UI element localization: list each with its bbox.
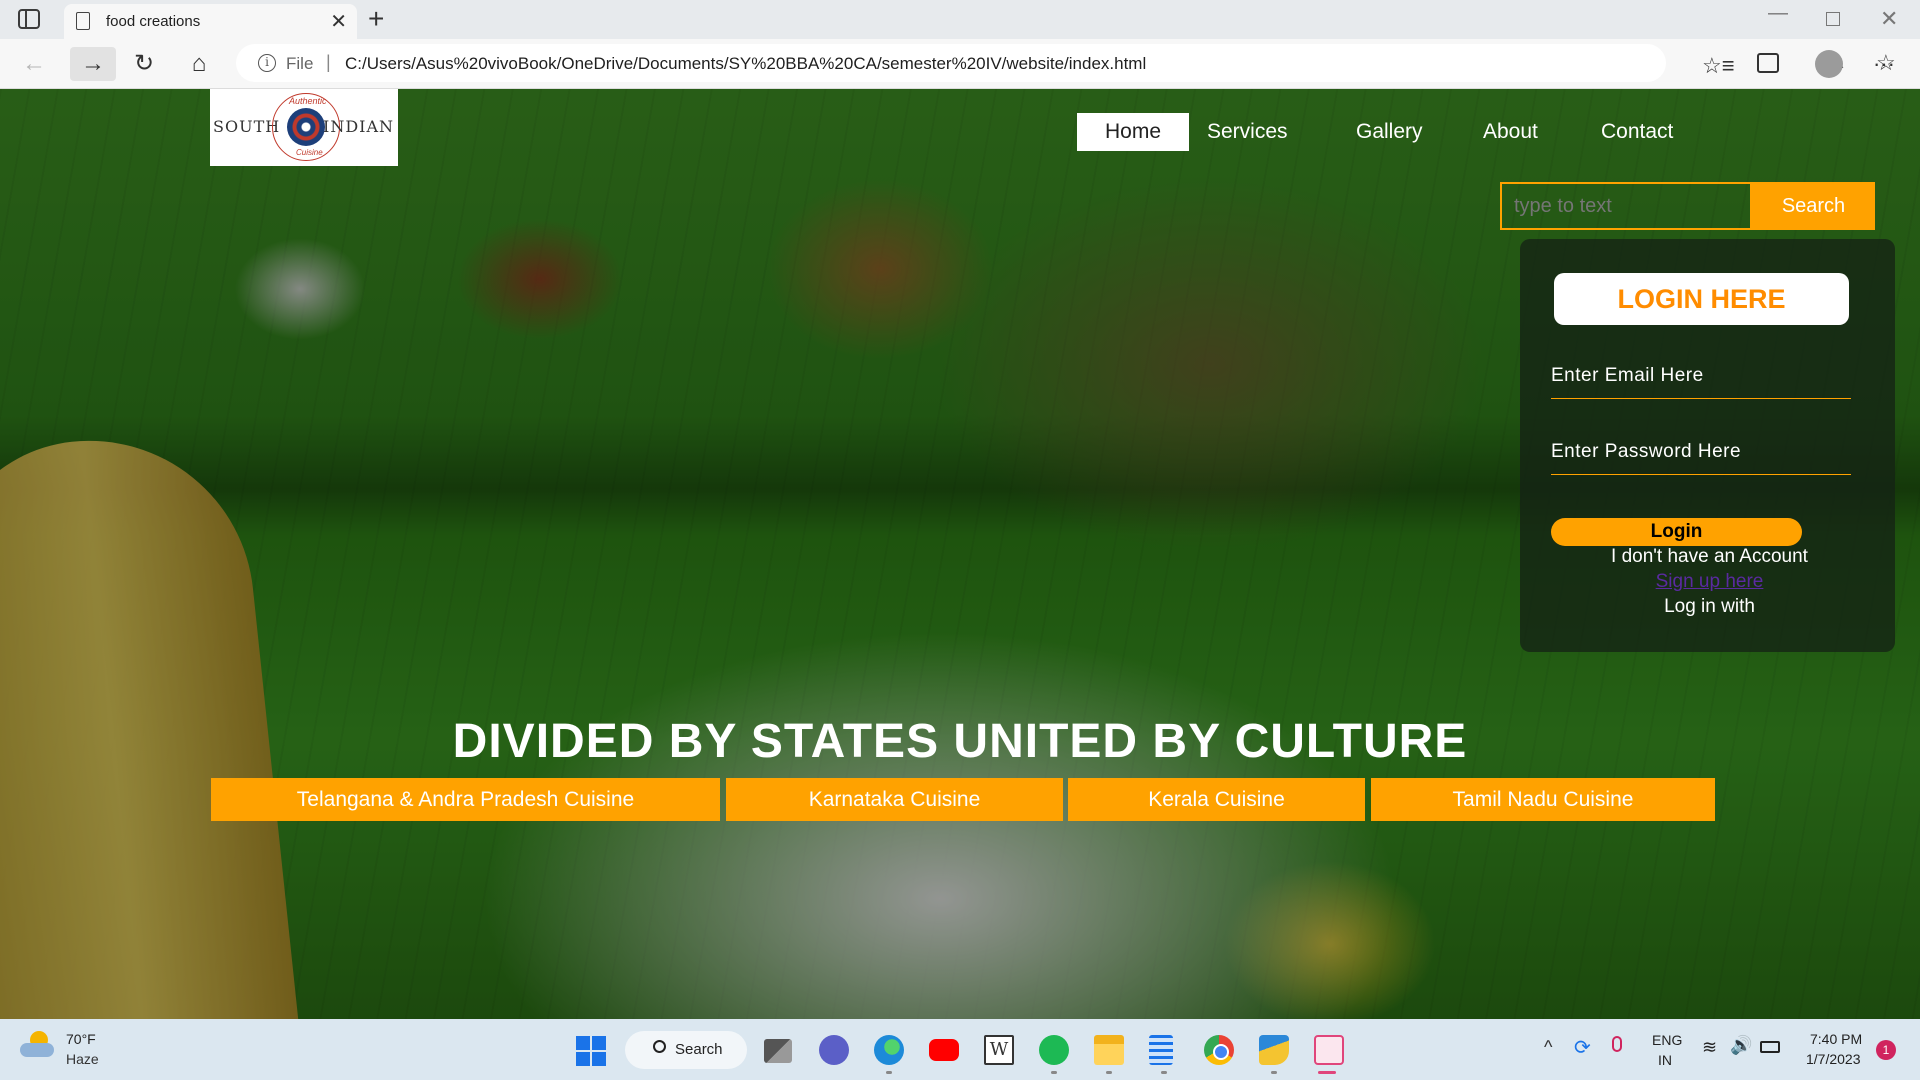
snipping-tool-icon[interactable] — [1314, 1035, 1344, 1065]
windows-start-icon[interactable] — [576, 1036, 606, 1066]
cuisine-telangana-button[interactable]: Telangana & Andra Pradesh Cuisine — [211, 778, 720, 821]
spotify-icon[interactable] — [1039, 1035, 1069, 1065]
password-field[interactable]: Enter Password Here — [1551, 441, 1851, 475]
browser-toolbar: ← → ↻ ⌂ i File | C:/Users/Asus%20vivoBoo… — [0, 39, 1920, 89]
search-input[interactable] — [1500, 182, 1752, 230]
battery-icon[interactable] — [1760, 1041, 1780, 1053]
minimize-button[interactable]: — — [1768, 2, 1788, 25]
logo-text-left: SOUTH — [213, 117, 281, 136]
reload-button[interactable]: ↻ — [126, 47, 162, 81]
nav-gallery[interactable]: Gallery — [1356, 113, 1423, 151]
clock-time[interactable]: 7:40 PM — [1810, 1031, 1862, 1047]
browser-tab-strip: food creations ✕ + — ✕ — [0, 0, 1920, 39]
microphone-icon[interactable] — [1612, 1036, 1622, 1052]
favorites-icon[interactable]: ☆≡ — [1702, 53, 1735, 79]
logo-text-right: INDIAN — [323, 117, 395, 136]
url-text[interactable]: C:/Users/Asus%20vivoBook/OneDrive/Docume… — [345, 54, 1146, 74]
address-bar[interactable]: i File | C:/Users/Asus%20vivoBook/OneDri… — [236, 44, 1896, 82]
active-app-indicator — [1318, 1071, 1336, 1074]
running-indicator — [1106, 1071, 1112, 1074]
info-icon[interactable]: i — [258, 54, 276, 72]
email-field[interactable]: Enter Email Here — [1551, 365, 1851, 399]
mandala-icon — [287, 108, 325, 146]
url-separator: | — [326, 52, 331, 72]
maximize-button[interactable] — [1826, 12, 1840, 26]
page-icon — [76, 12, 90, 30]
close-tab-icon[interactable]: ✕ — [330, 9, 347, 34]
running-indicator — [1271, 1071, 1277, 1074]
search-button[interactable]: Search — [1752, 182, 1875, 230]
site-logo[interactable]: SOUTH Authentic Cuisine INDIAN — [210, 89, 398, 166]
taskbar-search-label: Search — [675, 1041, 723, 1058]
notification-badge[interactable]: 1 — [1876, 1040, 1896, 1060]
browser-tab[interactable]: food creations ✕ — [64, 4, 357, 39]
close-window-button[interactable]: ✕ — [1880, 6, 1898, 32]
clock-date[interactable]: 1/7/2023 — [1806, 1051, 1861, 1067]
nav-about[interactable]: About — [1483, 113, 1538, 151]
wifi-icon[interactable]: ≋ — [1702, 1037, 1717, 1058]
running-indicator — [886, 1071, 892, 1074]
logo-text-bottom: Cuisine — [296, 148, 323, 157]
profile-avatar[interactable] — [1815, 50, 1843, 78]
cuisine-tamil-nadu-button[interactable]: Tamil Nadu Cuisine — [1371, 778, 1715, 821]
notepad-icon[interactable] — [1149, 1035, 1173, 1065]
task-view-icon[interactable] — [764, 1039, 792, 1063]
onedrive-sync-icon[interactable]: ⟳ — [1574, 1035, 1591, 1060]
collections-icon[interactable] — [1757, 53, 1779, 73]
back-button[interactable]: ← — [16, 47, 52, 81]
forward-button[interactable]: → — [70, 47, 116, 81]
nav-contact[interactable]: Contact — [1601, 113, 1673, 151]
login-with-text: Log in with — [1664, 596, 1755, 617]
search-icon — [653, 1040, 666, 1053]
login-panel: LOGIN HERE Enter Email Here Enter Passwo… — [1520, 239, 1895, 652]
weather-icon[interactable] — [20, 1031, 54, 1059]
taskbar-search[interactable]: Search — [625, 1031, 747, 1069]
settings-menu-icon[interactable]: ··· — [1873, 51, 1895, 77]
login-button[interactable]: Login — [1551, 518, 1802, 546]
weather-description[interactable]: Haze — [66, 1051, 99, 1067]
running-indicator — [1051, 1071, 1057, 1074]
login-title: LOGIN HERE — [1554, 273, 1849, 325]
running-indicator — [1161, 1071, 1167, 1074]
tab-title: food creations — [106, 13, 201, 30]
weather-temperature[interactable]: 70°F — [66, 1031, 96, 1047]
teams-icon[interactable] — [819, 1035, 849, 1065]
logo-text-top: Authentic — [289, 96, 327, 106]
taskbar: 70°F Haze Search W ^ ⟳ ENG IN ≋ 🔊 7:40 P… — [0, 1019, 1920, 1080]
show-hidden-icons-icon[interactable]: ^ — [1544, 1037, 1552, 1058]
word-icon[interactable]: W — [984, 1035, 1014, 1065]
web-page: SOUTH Authentic Cuisine INDIAN Home Serv… — [0, 89, 1920, 1019]
cuisine-karnataka-button[interactable]: Karnataka Cuisine — [726, 778, 1063, 821]
volume-icon[interactable]: 🔊 — [1730, 1035, 1752, 1056]
hero-tagline: DIVIDED BY STATES UNITED BY CULTURE — [452, 715, 1468, 768]
sidebar-toggle-icon[interactable] — [18, 9, 40, 29]
new-tab-button[interactable]: + — [368, 3, 384, 35]
file-explorer-icon[interactable] — [1094, 1035, 1124, 1065]
youtube-icon[interactable] — [929, 1039, 959, 1061]
cloud-icon — [20, 1043, 54, 1057]
url-scheme: File — [286, 54, 314, 73]
region-indicator[interactable]: IN — [1658, 1052, 1672, 1068]
no-account-text: I don't have an Account — [1611, 546, 1808, 567]
nav-services[interactable]: Services — [1207, 113, 1288, 151]
edge-icon[interactable] — [874, 1035, 904, 1065]
signup-link[interactable]: Sign up here — [1520, 571, 1895, 593]
cuisine-kerala-button[interactable]: Kerala Cuisine — [1068, 778, 1365, 821]
language-indicator[interactable]: ENG — [1652, 1032, 1682, 1048]
chrome-icon[interactable] — [1204, 1035, 1234, 1065]
home-button[interactable]: ⌂ — [181, 47, 217, 81]
nav-home[interactable]: Home — [1077, 113, 1189, 151]
photos-icon[interactable] — [1259, 1035, 1289, 1065]
